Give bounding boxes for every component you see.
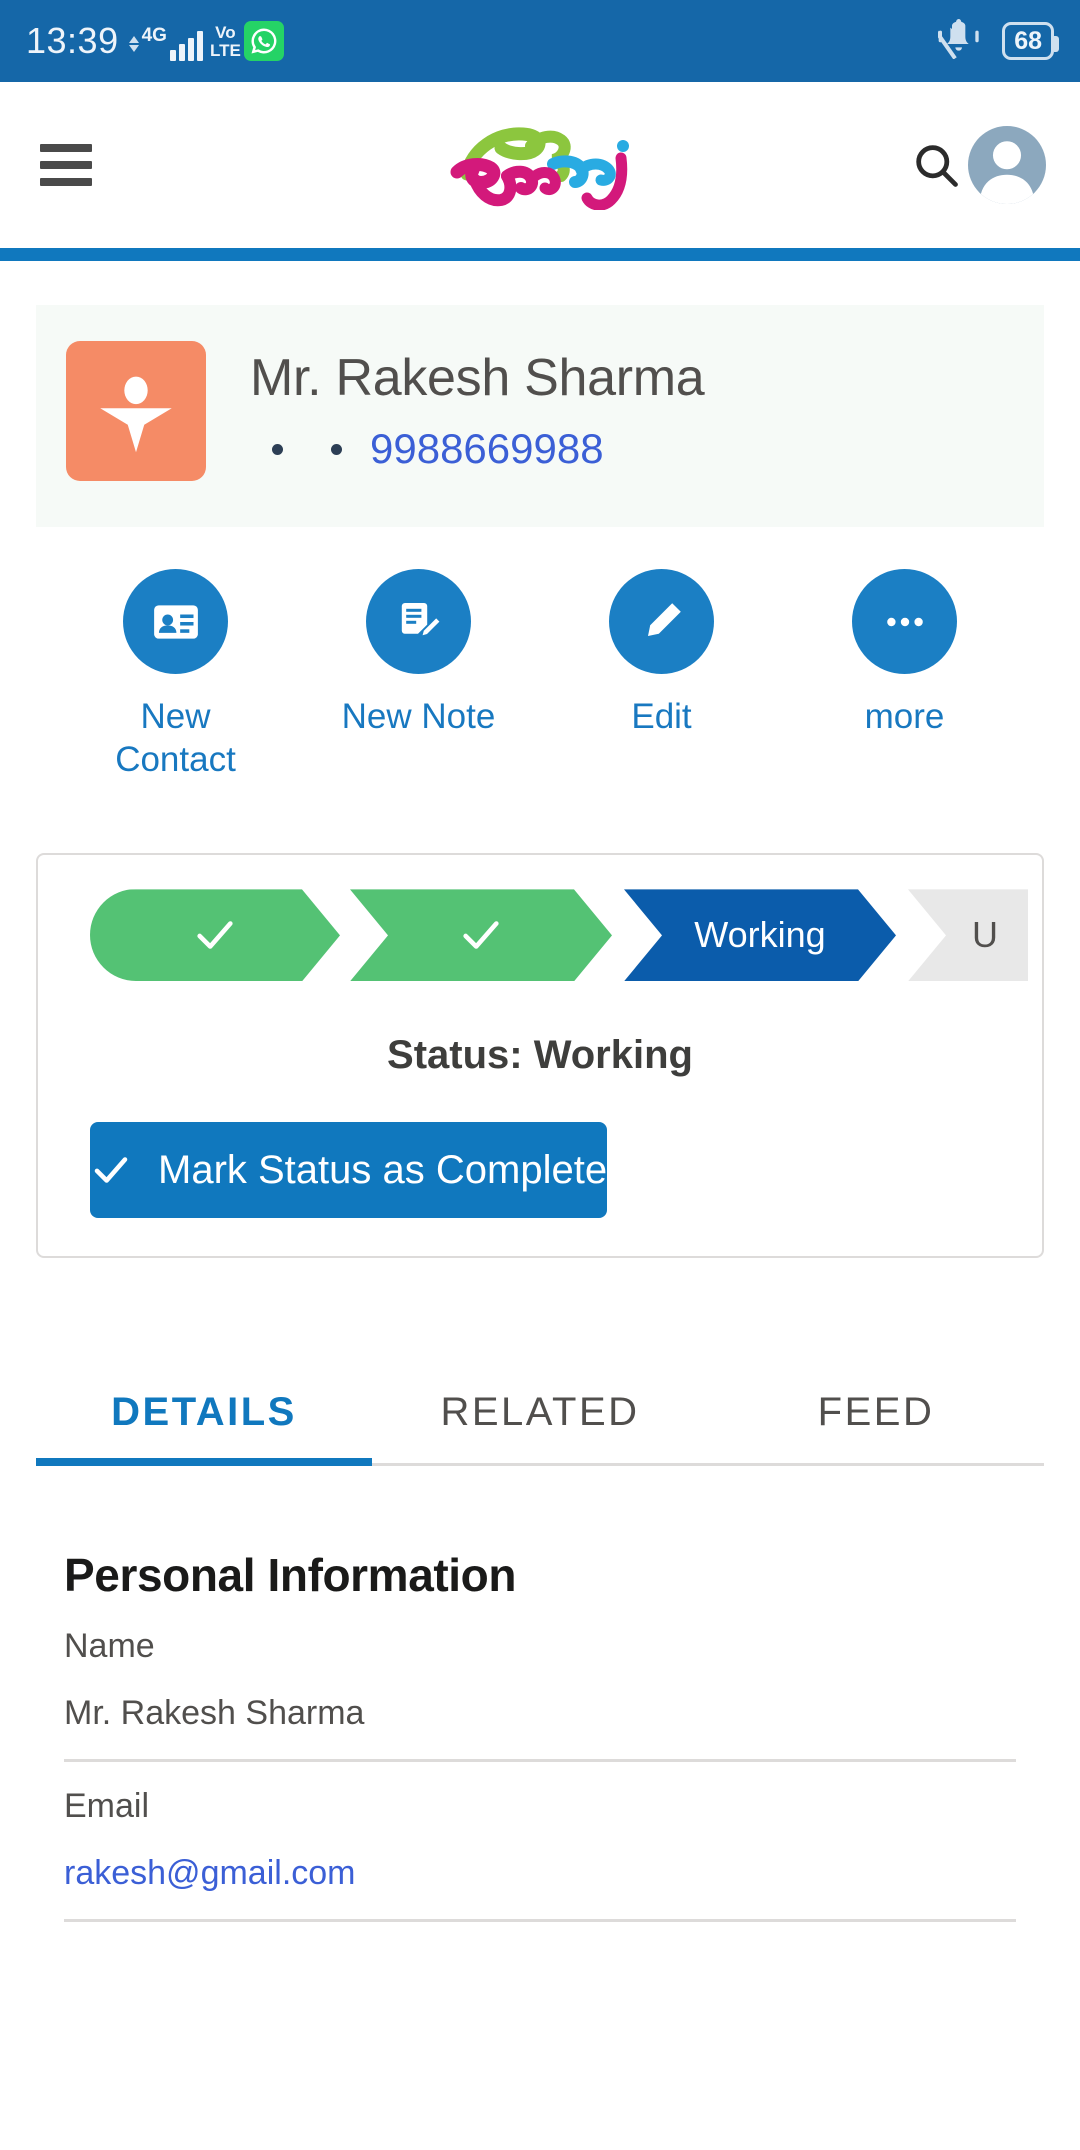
field-value: Mr. Rakesh Sharma (64, 1693, 365, 1732)
record-header-meta: Mr. Rakesh Sharma 9988669988 (250, 341, 705, 473)
user-avatar-icon[interactable] (968, 126, 1046, 204)
contact-card-icon (123, 569, 228, 674)
path-card: Working U Status: Working Mark Status as… (36, 853, 1044, 1259)
field-label: Name (64, 1627, 155, 1666)
quick-actions-bar: New Contact New Note Edit more (0, 569, 1080, 781)
pencil-icon (609, 569, 714, 674)
action-more[interactable]: more (783, 569, 1026, 781)
header-actions (908, 126, 1046, 204)
tab-details[interactable]: DETAILS (36, 1390, 372, 1467)
field-email[interactable]: Email rakesh@gmail.com (64, 1762, 1016, 1923)
record-phone-link[interactable]: 9988669988 (370, 425, 604, 473)
path-step-label: Working (694, 914, 826, 956)
empty-field-bullet (331, 443, 342, 455)
field-name[interactable]: Name Mr. Rakesh Sharma (64, 1602, 1016, 1763)
signal-bars-icon (169, 29, 203, 61)
status-bar-right: 68 (928, 18, 1059, 64)
path-step-incomplete[interactable]: U (908, 889, 1028, 982)
action-new-contact[interactable]: New Contact (54, 569, 297, 781)
godrej-logo (450, 127, 629, 210)
status-bar: 13:39 4G Vo LTE 68 (0, 0, 1080, 82)
ellipsis-icon (852, 569, 957, 674)
record-tabs: DETAILS RELATED FEED (36, 1390, 1044, 1467)
app-header (0, 82, 1080, 248)
note-pen-icon (366, 569, 471, 674)
action-new-note[interactable]: New Note (297, 569, 540, 781)
field-label: Email (64, 1787, 150, 1826)
section-title: Personal Information (64, 1549, 517, 1602)
data-transfer-arrows-icon (128, 27, 139, 61)
whatsapp-icon (243, 21, 284, 61)
volte-icon: Vo LTE (209, 22, 241, 60)
path-step-current[interactable]: Working (624, 889, 896, 981)
path-steps: Working U (90, 889, 1042, 982)
check-icon (458, 912, 504, 958)
status-bar-clock: 13:39 (26, 20, 119, 61)
field-value-email-link[interactable]: rakesh@gmail.com (64, 1850, 356, 1898)
check-icon (94, 1157, 128, 1184)
mark-status-complete-label: Mark Status as Complete (158, 1147, 608, 1192)
tab-related[interactable]: RELATED (372, 1390, 708, 1463)
action-edit[interactable]: Edit (540, 569, 783, 781)
status-bar-left: 13:39 4G Vo LTE (26, 20, 284, 62)
page-title: Mr. Rakesh Sharma (250, 349, 705, 407)
action-label: New Note (341, 697, 496, 736)
battery-percent-label: 68 (1014, 26, 1042, 55)
bell-muted-icon (928, 18, 986, 64)
header-accent-bar (0, 248, 1080, 261)
details-panel: Personal Information Name Mr. Rakesh Sha… (0, 1548, 1080, 1923)
record-header-subtitle: 9988669988 (250, 425, 704, 473)
path-step-complete-2[interactable] (350, 889, 612, 981)
network-type-label: 4G (141, 25, 167, 46)
empty-field-bullet (272, 443, 283, 455)
lead-icon (66, 341, 206, 481)
battery-indicator: 68 (1002, 21, 1059, 61)
status-bar-network-group: 4G Vo LTE (128, 21, 284, 61)
status-badge: Status: Working (387, 1033, 693, 1078)
tab-feed[interactable]: FEED (708, 1390, 1044, 1463)
action-label: Edit (631, 697, 692, 736)
action-label: more (864, 697, 945, 736)
action-label: New Contact (115, 697, 236, 779)
record-header-card: Mr. Rakesh Sharma 9988669988 (36, 305, 1044, 527)
path-step-complete-1[interactable] (90, 889, 340, 981)
path-step-label: U (972, 914, 998, 956)
check-icon (192, 912, 238, 958)
hamburger-menu-icon[interactable] (34, 138, 98, 192)
search-icon[interactable] (908, 137, 964, 193)
record-page: Mr. Rakesh Sharma 9988669988 New Contact… (0, 305, 1080, 1923)
mark-status-complete-button[interactable]: Mark Status as Complete (90, 1122, 608, 1219)
